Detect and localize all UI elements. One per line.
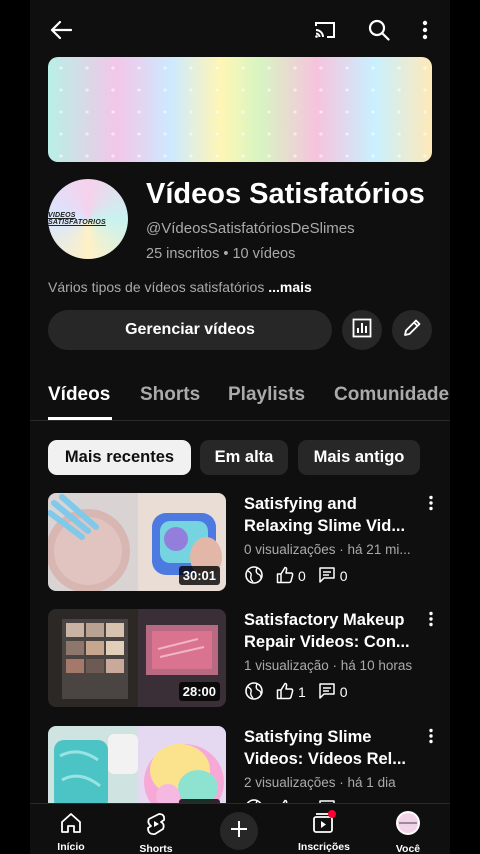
tab-videos[interactable]: Vídeos <box>48 384 110 406</box>
channel-banner <box>48 57 432 162</box>
video-title-line: Satisfactory Makeup <box>244 611 405 629</box>
video-title[interactable]: Satisfying Slime Videos: Vídeos Rel... <box>244 726 420 770</box>
video-item[interactable]: 30:01 Satisfying and Relaxing Slime Vid.… <box>30 493 450 598</box>
video-item[interactable]: 28:00 Satisfactory Makeup Repair Videos:… <box>30 609 450 714</box>
nav-home[interactable]: Início <box>36 804 106 854</box>
plus-icon <box>229 819 249 844</box>
nav-subscriptions-label: Inscrições <box>298 841 350 853</box>
cast-icon[interactable] <box>312 18 338 42</box>
video-more-icon[interactable] <box>428 495 438 513</box>
phone-screen: VIDEOS SATISFATORIOS Vídeos Satisfatório… <box>30 0 450 854</box>
tab-playlists[interactable]: Playlists <box>228 384 305 406</box>
chip-latest[interactable]: Mais recentes <box>48 440 191 475</box>
create-button[interactable] <box>220 812 258 850</box>
nav-you-label: Você <box>395 843 421 854</box>
video-more-icon[interactable] <box>428 611 438 629</box>
channel-description[interactable]: Vários tipos de vídeos satisfatórios ...… <box>48 279 312 295</box>
comment-icon <box>318 682 336 703</box>
video-title[interactable]: Satisfactory Makeup Repair Videos: Con..… <box>244 609 420 653</box>
back-arrow-icon[interactable] <box>48 18 74 42</box>
subscriber-count: 25 inscritos <box>146 246 220 262</box>
chip-popular[interactable]: Em alta <box>200 440 288 475</box>
channel-stats: 25 inscritos • 10 vídeos <box>146 246 295 262</box>
subscriptions-icon <box>311 810 337 839</box>
description-text: Vários tipos de vídeos satisfatórios <box>48 279 265 295</box>
globe-icon <box>244 681 264 704</box>
video-duration: 28:00 <box>178 682 220 701</box>
manage-videos-button[interactable]: Gerenciar vídeos <box>48 310 332 350</box>
more-options-icon[interactable] <box>418 18 432 42</box>
video-title-line: Repair Videos: Con... <box>244 633 410 651</box>
shorts-icon <box>146 812 166 841</box>
video-title[interactable]: Satisfying and Relaxing Slime Vid... <box>244 493 420 537</box>
analytics-button[interactable] <box>342 310 382 350</box>
like-count: 1 <box>298 684 306 700</box>
channel-name: Vídeos Satisfatórios <box>146 178 425 210</box>
video-thumbnail[interactable]: 30:01 <box>48 493 226 591</box>
video-title-line: Relaxing Slime Vid... <box>244 517 406 535</box>
comment-icon <box>318 566 336 587</box>
like-icon <box>276 566 294 587</box>
video-thumbnail[interactable]: 28:00 <box>48 609 226 707</box>
chip-oldest[interactable]: Mais antigo <box>298 440 420 475</box>
video-meta: 1 visualização · há 10 horas <box>244 658 413 673</box>
comment-count: 0 <box>339 684 348 700</box>
video-meta: 2 visualizações · há 1 dia <box>244 775 396 790</box>
channel-avatar[interactable]: VIDEOS SATISFATORIOS <box>48 179 128 259</box>
tab-community[interactable]: Comunidade <box>334 384 449 406</box>
video-stats: 0 0 <box>244 565 360 588</box>
video-title-line: Satisfying and <box>244 495 357 513</box>
nav-you[interactable]: Você <box>373 804 443 854</box>
nav-shorts-label: Shorts <box>139 843 173 854</box>
video-meta: 0 visualizações · há 21 mi... <box>244 542 411 557</box>
more-link[interactable]: ...mais <box>268 279 312 295</box>
video-duration: 30:01 <box>178 566 220 585</box>
bottom-navigation: Início Shorts Inscrições Você <box>30 803 450 854</box>
globe-icon <box>244 565 264 588</box>
video-count: 10 vídeos <box>232 246 296 262</box>
pencil-icon <box>402 318 422 343</box>
nav-subscriptions[interactable]: Inscrições <box>289 804 359 854</box>
tab-shorts[interactable]: Shorts <box>140 384 200 406</box>
nav-home-label: Início <box>57 841 85 853</box>
like-count: 0 <box>298 568 306 584</box>
comment-count: 0 <box>339 568 348 584</box>
channel-tabs: Vídeos Shorts Playlists Comunidade <box>30 372 450 421</box>
like-icon <box>276 682 294 703</box>
video-more-icon[interactable] <box>428 728 438 746</box>
video-title-line: Satisfying Slime <box>244 728 372 746</box>
channel-handle: @VídeosSatisfatóriosDeSlimes <box>146 220 355 237</box>
edit-channel-button[interactable] <box>392 310 432 350</box>
active-tab-indicator <box>48 417 112 420</box>
stats-separator: • <box>223 246 229 262</box>
home-icon <box>59 812 83 839</box>
video-stats: 1 0 <box>244 681 360 704</box>
nav-shorts[interactable]: Shorts <box>121 804 191 854</box>
profile-avatar-icon <box>395 810 421 841</box>
search-icon[interactable] <box>366 17 392 43</box>
avatar-text: VIDEOS SATISFATORIOS <box>48 212 106 226</box>
video-title-line: Videos: Vídeos Rel... <box>244 750 406 768</box>
top-app-bar <box>30 0 450 60</box>
analytics-icon <box>352 318 372 343</box>
